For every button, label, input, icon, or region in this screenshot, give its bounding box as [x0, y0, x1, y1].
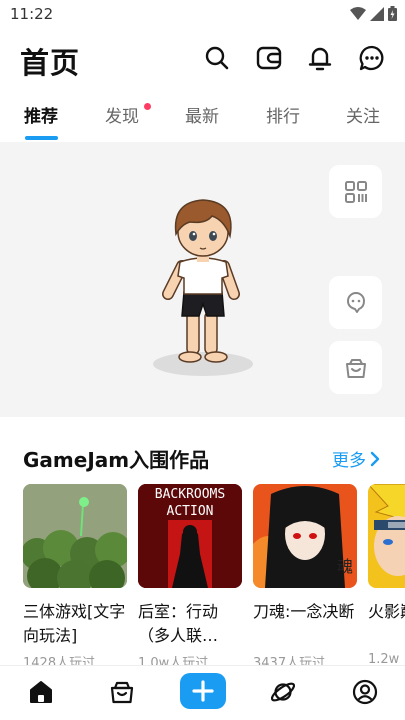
- nav-store[interactable]: [107, 677, 137, 707]
- game-player-count: 1.2w: [368, 652, 400, 666]
- game-player-count: 3437人玩过: [253, 656, 326, 666]
- profile-icon: [352, 679, 378, 705]
- signal-icon: [370, 6, 384, 21]
- game-title: 刀魂:一念决断: [253, 602, 355, 621]
- tab-discover[interactable]: 发现: [105, 102, 139, 127]
- game-player-count: 1.0w人玩过: [138, 656, 209, 666]
- nav-profile[interactable]: [350, 677, 380, 707]
- shopping-bag-icon: [345, 358, 366, 378]
- nav-create-button[interactable]: [180, 673, 226, 709]
- battery-icon: [388, 6, 397, 21]
- game-thumbnail: BACKROOMS ACTION: [138, 484, 242, 588]
- search-icon: [205, 46, 229, 70]
- game-card[interactable]: 三体游戏[文字向玩法] 1428人玩过: [23, 484, 127, 666]
- tab-latest[interactable]: 最新: [185, 102, 219, 127]
- notification-button[interactable]: [306, 44, 334, 72]
- game-player-count: 1428人玩过: [23, 656, 96, 666]
- grid-scan-icon: [344, 180, 367, 203]
- avatar-figure: [153, 199, 253, 376]
- game-card[interactable]: 魂 刀魂:一念决断 3437人玩过: [253, 484, 357, 666]
- game-thumbnail: [23, 484, 127, 588]
- scan-grid-button[interactable]: [329, 165, 382, 218]
- more-link[interactable]: 更多: [332, 446, 380, 471]
- status-icons: [350, 6, 397, 21]
- thumb-caption-line2: ACTION: [166, 504, 214, 519]
- status-bar: 11:22: [0, 0, 405, 30]
- bottom-navigation: [0, 665, 405, 720]
- nav-explore[interactable]: [268, 677, 298, 707]
- game-thumbnail: [368, 484, 405, 588]
- game-card[interactable]: 火影巅峰 1.2w: [368, 484, 405, 666]
- wallet-button[interactable]: [255, 44, 283, 72]
- add-icon: [192, 680, 214, 702]
- store-bag-icon: [110, 681, 134, 704]
- chat-bubble-icon: [359, 45, 384, 71]
- messages-button[interactable]: [358, 44, 386, 72]
- search-button[interactable]: [203, 44, 231, 72]
- chevron-right-icon: [370, 451, 380, 466]
- avatar-character[interactable]: [150, 194, 260, 384]
- game-title: 火影巅峰: [368, 602, 405, 621]
- game-thumbnail-caption: BACKROOMS ACTION: [138, 486, 242, 520]
- svg-text:魂: 魂: [337, 557, 353, 576]
- planet-icon: [270, 682, 296, 702]
- tab-recommended[interactable]: 推荐: [24, 102, 58, 127]
- game-thumbnail: 魂: [253, 484, 357, 588]
- wallet-icon: [256, 46, 282, 70]
- tab-ranking[interactable]: 排行: [266, 102, 300, 127]
- tab-following[interactable]: 关注: [346, 102, 380, 127]
- ghost-chat-icon: [346, 291, 365, 313]
- shop-bag-button[interactable]: [329, 341, 382, 394]
- ghost-chat-button[interactable]: [329, 276, 382, 329]
- header: 首页: [0, 36, 405, 86]
- tab-discover-badge: [144, 103, 151, 110]
- thumb-caption-line1: BACKROOMS: [154, 487, 226, 502]
- bell-icon: [308, 47, 332, 71]
- tab-bar: 推荐 发现 最新 排行 关注: [0, 96, 405, 142]
- game-title: 后室：行动（多人联…: [138, 602, 219, 645]
- game-card-list: 三体游戏[文字向玩法] 1428人玩过 BACKROOMS ACTION 后室：…: [23, 484, 405, 666]
- status-time: 11:22: [10, 5, 54, 23]
- wifi-icon: [350, 6, 366, 20]
- nav-home[interactable]: [26, 677, 56, 707]
- game-card[interactable]: BACKROOMS ACTION 后室：行动（多人联… 1.0w人玩过: [138, 484, 242, 666]
- tab-active-indicator: [25, 136, 58, 140]
- page-title: 首页: [20, 46, 81, 80]
- avatar-showcase: [0, 142, 405, 417]
- section-title: GameJam入围作品: [23, 448, 210, 472]
- game-title: 三体游戏[文字向玩法]: [23, 602, 126, 645]
- more-link-label: 更多: [332, 451, 366, 471]
- home-icon: [30, 681, 52, 703]
